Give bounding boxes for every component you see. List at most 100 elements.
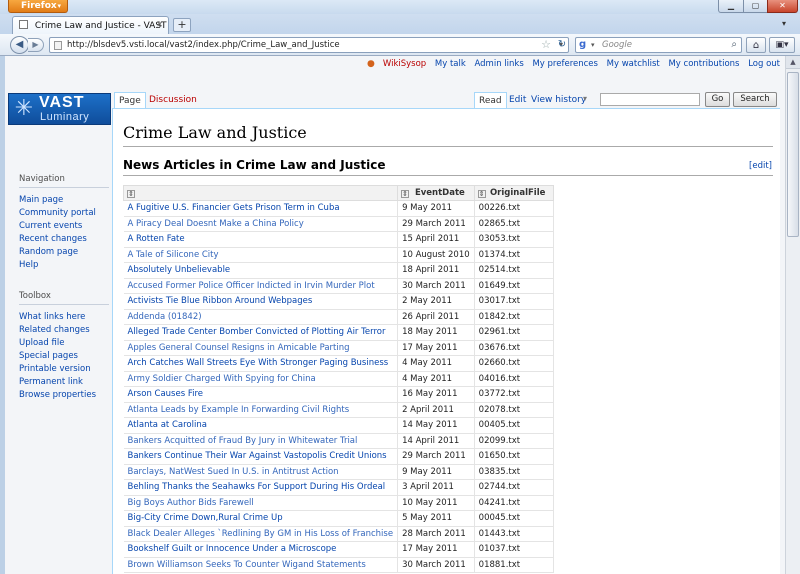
article-title-link[interactable]: Big Boys Author Bids Farewell [123, 495, 398, 511]
my-watchlist-link[interactable]: My watchlist [607, 59, 660, 69]
close-window-button[interactable]: ✕ [767, 0, 798, 13]
search-button[interactable]: Search [733, 92, 777, 107]
article-title-link[interactable]: Arson Causes Fire [123, 386, 398, 403]
event-date-cell: 9 May 2011 [397, 200, 475, 217]
sort-icon[interactable]: ⇕ [401, 190, 410, 198]
article-title-link[interactable]: Brown Williamson Seeks To Counter Wigand… [123, 557, 398, 573]
vertical-scrollbar[interactable]: ▲ [785, 56, 800, 574]
tab-page-label[interactable]: Page [119, 96, 141, 106]
article-title-link[interactable]: Atlanta at Carolina [123, 417, 398, 434]
log-out-link[interactable]: Log out [748, 59, 780, 69]
article-title-link[interactable]: Atlanta Leads by Example In Forwarding C… [123, 402, 398, 418]
browser-search-box[interactable]: g ▾ Google ⌕ [575, 37, 742, 53]
reload-icon[interactable]: ↻ [555, 38, 569, 52]
magnifier-icon[interactable]: ⌕ [731, 39, 737, 50]
sidebar-item-related-changes[interactable]: Related changes [19, 324, 109, 337]
article-title-link[interactable]: A Fugitive U.S. Financier Gets Prison Te… [123, 200, 398, 217]
sidebar-item-printable-version[interactable]: Printable version [19, 363, 109, 376]
google-engine-icon[interactable]: g [579, 39, 586, 50]
forward-button[interactable]: ▶ [28, 38, 44, 52]
article-title-link[interactable]: A Rotten Fate [123, 231, 398, 248]
back-button[interactable]: ◀ [10, 36, 29, 54]
admin-links-link[interactable]: Admin links [475, 59, 524, 69]
maximize-button[interactable]: ▢ [743, 0, 768, 13]
home-button[interactable]: ⌂ [746, 37, 766, 53]
article-title-link[interactable]: Arch Catches Wall Streets Eye With Stron… [123, 355, 398, 372]
sidebar-item-permanent-link[interactable]: Permanent link [19, 376, 109, 389]
browser-tab[interactable]: Crime Law and Justice - VAST ✕ [12, 16, 169, 34]
sidebar-item-recent-changes[interactable]: Recent changes [19, 233, 109, 246]
sidebar-item-current-events[interactable]: Current events [19, 220, 109, 233]
table-row: Bankers Acquitted of Fraud By Jury in Wh… [123, 433, 554, 449]
article-title-link[interactable]: Accused Former Police Officer Indicted i… [123, 278, 398, 294]
more-actions-icon[interactable]: ▾ [583, 94, 587, 103]
engine-dropdown-icon[interactable]: ▾ [591, 41, 595, 49]
tab-page[interactable]: Page [114, 92, 146, 108]
column-header-eventdate[interactable]: ⇕ EventDate [397, 185, 475, 201]
site-identity-icon[interactable] [54, 41, 62, 50]
article-title-link[interactable]: Activists Tie Blue Ribbon Around Webpage… [123, 293, 398, 310]
minimize-button[interactable]: ▁ [718, 0, 744, 13]
tab-discussion[interactable]: Discussion [145, 92, 201, 108]
bookmark-star-icon[interactable]: ☆ [541, 38, 551, 51]
article-title-link[interactable]: Barclays, NatWest Sued In U.S. in Antitr… [123, 464, 398, 480]
article-title-link[interactable]: Alleged Trade Center Bomber Convicted of… [123, 324, 398, 341]
column-header-title[interactable]: ⇕ [122, 185, 399, 201]
article-title-link[interactable]: Army Soldier Charged With Spying for Chi… [123, 371, 398, 387]
firefox-menu-button[interactable]: Firefox ▾ [8, 0, 68, 13]
browser-search-placeholder[interactable]: Google [602, 40, 632, 50]
scrollbar-thumb[interactable] [787, 72, 799, 237]
section-edit-link[interactable]: [edit] [749, 161, 772, 171]
go-button[interactable]: Go [705, 92, 730, 107]
sidebar-item-random-page[interactable]: Random page [19, 246, 109, 259]
article-title-link[interactable]: Bookshelf Guilt or Innocence Under a Mic… [123, 541, 398, 558]
list-all-tabs-icon[interactable]: ▾ [782, 19, 786, 28]
article-title-link[interactable]: Behling Thanks the Seahawks For Support … [123, 479, 398, 496]
article-title-link[interactable]: Apples General Counsel Resigns in Amicab… [123, 340, 398, 356]
sort-icon[interactable]: ⇕ [127, 190, 135, 198]
article-title-link[interactable]: Bankers Acquitted of Fraud By Jury in Wh… [123, 433, 398, 449]
sidebar-item-special-pages[interactable]: Special pages [19, 350, 109, 363]
site-logo[interactable]: ✳ VAST Luminary [8, 93, 111, 125]
scroll-up-icon[interactable]: ▲ [786, 56, 800, 69]
url-text[interactable]: http://blsdev5.vsti.local/vast2/index.ph… [67, 40, 340, 50]
article-title-link[interactable]: Absolutely Unbelievable [123, 262, 398, 279]
new-tab-button[interactable]: + [173, 18, 191, 32]
tab-edit[interactable]: Edit [506, 92, 529, 108]
article-title-link[interactable]: Black Dealer Alleges `Redlining By GM in… [123, 526, 398, 542]
sidebar-item-browse-properties[interactable]: Browse properties [19, 389, 109, 402]
event-date-cell: 2 May 2011 [397, 293, 475, 310]
original-file-cell: 02744.txt [473, 479, 554, 496]
event-date-cell: 3 April 2011 [397, 479, 475, 496]
event-date-cell: 17 May 2011 [397, 340, 475, 356]
my-talk-link[interactable]: My talk [435, 59, 466, 69]
sidebar-item-what-links-here[interactable]: What links here [19, 311, 109, 324]
toolbox-heading: Toolbox [19, 291, 109, 305]
tab-close-icon[interactable]: ✕ [156, 20, 163, 29]
table-row: A Rotten Fate 15 April 2011 03053.txt [123, 231, 554, 248]
sidebar-item-community-portal[interactable]: Community portal [19, 207, 109, 220]
tab-discussion-label[interactable]: Discussion [149, 95, 197, 105]
sort-icon[interactable]: ⇕ [477, 190, 486, 198]
sidebar-item-help[interactable]: Help [19, 259, 109, 272]
event-date-cell: 30 March 2011 [397, 278, 475, 294]
article-title-link[interactable]: A Piracy Deal Doesnt Make a China Policy [123, 216, 398, 232]
table-row: Absolutely Unbelievable 18 April 2011 0251… [123, 262, 554, 279]
addon-button[interactable]: ▣▾ [769, 37, 795, 53]
article-title-link[interactable]: Addenda (01842) [123, 309, 398, 325]
wiki-search-input[interactable] [600, 93, 700, 106]
article-title-link[interactable]: Big-City Crime Down,Rural Crime Up [123, 510, 398, 527]
table-row: Behling Thanks the Seahawks For Support … [123, 479, 554, 496]
tab-view-history[interactable]: View history [528, 92, 589, 108]
original-file-cell: 00405.txt [473, 417, 554, 434]
tab-read[interactable]: Read [474, 92, 507, 108]
article-title-link[interactable]: Bankers Continue Their War Against Vasto… [123, 448, 398, 465]
my-preferences-link[interactable]: My preferences [532, 59, 597, 69]
column-header-originalfile[interactable]: ⇕ OriginalFile [473, 185, 554, 201]
sidebar-item-main-page[interactable]: Main page [19, 194, 109, 207]
sidebar-item-upload-file[interactable]: Upload file [19, 337, 109, 350]
article-title-link[interactable]: A Tale of Silicone City [123, 247, 398, 263]
address-bar[interactable]: http://blsdev5.vsti.local/vast2/index.ph… [49, 37, 569, 53]
my-contributions-link[interactable]: My contributions [668, 59, 739, 69]
user-page-link[interactable]: WikiSysop [383, 59, 426, 69]
